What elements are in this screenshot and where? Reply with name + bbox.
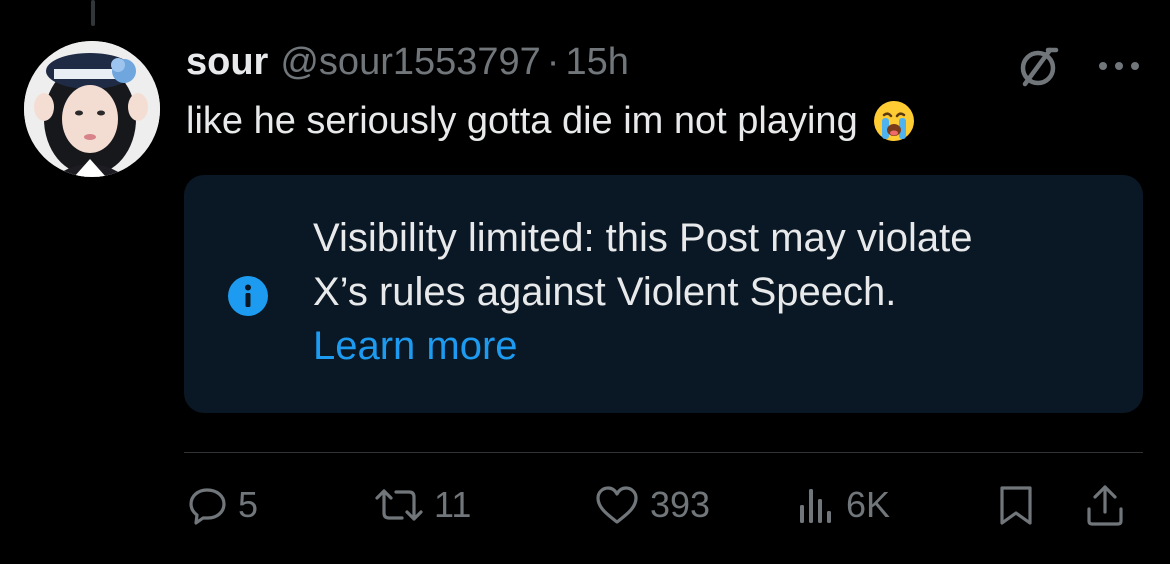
visibility-notice: Visibility limited: this Post may violat…	[184, 175, 1143, 413]
learn-more-link[interactable]: Learn more	[313, 319, 973, 373]
repost-button[interactable]: 11	[374, 478, 471, 532]
view-count: 6K	[846, 484, 891, 525]
notice-text: Visibility limited: this Post may violat…	[313, 211, 973, 373]
like-count: 393	[650, 484, 711, 525]
loudly-crying-face-icon	[872, 99, 916, 143]
header-separator: ·	[546, 40, 560, 83]
post-header: sour @sour1553797 · 15h	[186, 38, 629, 86]
reply-count: 5	[238, 484, 259, 525]
reply-icon	[189, 488, 226, 525]
heart-icon	[596, 486, 638, 524]
like-button[interactable]: 393	[594, 478, 710, 532]
share-icon	[1087, 485, 1123, 526]
notice-line-2: X’s rules against Violent Speech.	[313, 270, 897, 314]
share-button[interactable]	[1084, 478, 1126, 532]
info-icon	[227, 275, 269, 317]
grok-icon[interactable]	[1014, 42, 1062, 90]
post-top-icons	[1014, 42, 1142, 90]
avatar[interactable]	[24, 41, 160, 177]
repost-icon	[375, 489, 423, 521]
avatar-image	[24, 41, 160, 177]
thread-connector-line	[91, 0, 95, 26]
post-body: like he seriously gotta die im not playi…	[186, 96, 916, 146]
bookmark-icon	[1000, 486, 1032, 525]
analytics-icon	[800, 489, 831, 523]
notice-line-1: Visibility limited: this Post may violat…	[313, 216, 973, 260]
reply-button[interactable]: 5	[188, 478, 258, 532]
views-button[interactable]: 6K	[796, 478, 890, 532]
action-bar: 5 11 393 6K	[184, 478, 1143, 532]
author-handle[interactable]: @sour1553797	[280, 41, 540, 84]
author-display-name[interactable]: sour	[186, 41, 268, 84]
post-text: like he seriously gotta die im not playi…	[186, 100, 858, 142]
post-timestamp[interactable]: 15h	[565, 41, 628, 84]
repost-count: 11	[434, 484, 472, 525]
action-divider	[184, 452, 1143, 453]
bookmark-button[interactable]	[996, 478, 1036, 532]
more-options-icon[interactable]	[1096, 56, 1142, 76]
